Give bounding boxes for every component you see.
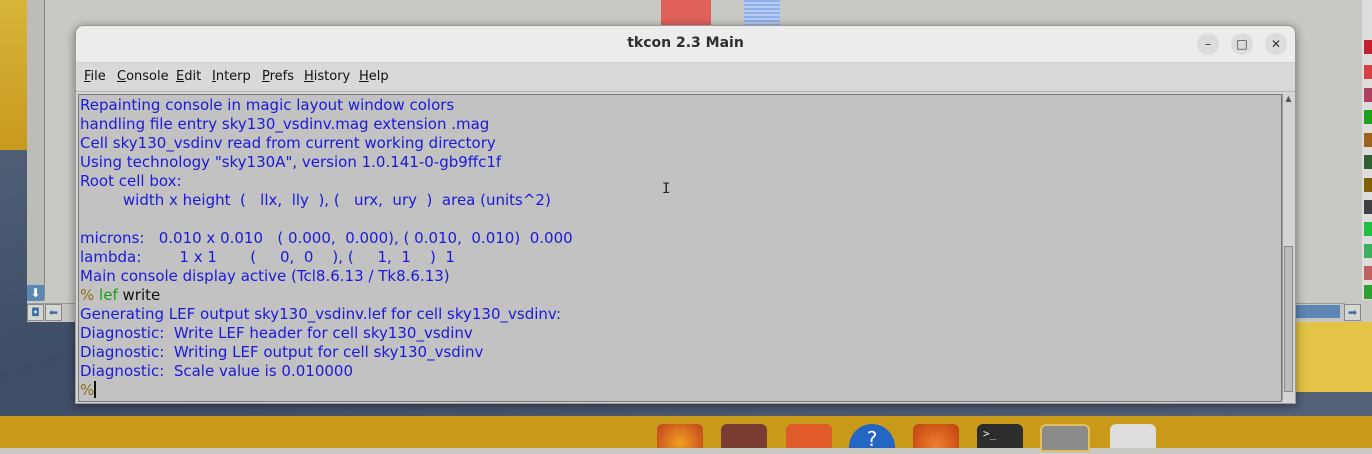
menu-file[interactable]: File	[84, 69, 106, 84]
console-text-area[interactable]: Repainting console in magic layout windo…	[78, 94, 1282, 402]
console-line: Cell sky130_vsdinv read from current wor…	[80, 134, 496, 152]
palette-swatch[interactable]	[1364, 266, 1372, 280]
menu-help-label: elp	[368, 69, 389, 84]
console-output-line: Diagnostic: Scale value is 0.010000	[80, 362, 354, 380]
magic-home-button[interactable]: ◘	[27, 304, 44, 321]
palette-swatch[interactable]	[1364, 244, 1372, 258]
console-line: microns: 0.010 x 0.010 ( 0.000, 0.000), …	[80, 229, 573, 247]
console-output-line: Generating LEF output sky130_vsdinv.lef …	[80, 305, 561, 323]
palette-swatch[interactable]	[1364, 88, 1372, 102]
palette-swatch[interactable]	[1364, 110, 1372, 124]
console-vertical-scrollbar[interactable]: ▲	[1282, 94, 1294, 400]
magic-horizontal-scroll-thumb[interactable]	[1292, 305, 1340, 318]
software-store-icon[interactable]	[786, 424, 832, 448]
menu-help-accel: H	[359, 69, 369, 84]
menu-file-label: ile	[90, 69, 106, 84]
palette-swatch[interactable]	[1364, 200, 1372, 214]
close-button[interactable]: ✕	[1265, 33, 1287, 55]
menu-interp-label: nterp	[215, 69, 251, 84]
magic-scroll-right-button[interactable]: ➡	[1344, 304, 1361, 321]
desktop-wallpaper-accent	[1294, 322, 1372, 392]
menu-history[interactable]: History	[304, 69, 350, 84]
menubar: File Console Edit Interp Prefs History H…	[76, 63, 1295, 92]
minimize-button[interactable]: –	[1197, 33, 1219, 55]
console-line: lambda: 1 x 1 ( 0, 0 ), ( 1, 1 ) 1	[80, 248, 455, 266]
desktop-wallpaper-accent	[0, 0, 30, 150]
console-line: handling file entry sky130_vsdinv.mag ex…	[80, 115, 490, 133]
palette-swatch[interactable]	[1364, 65, 1372, 79]
console-output-line: Diagnostic: Write LEF header for cell sk…	[80, 324, 473, 342]
menu-help[interactable]: Help	[359, 69, 389, 84]
palette-swatch[interactable]	[1364, 155, 1372, 169]
palette-swatch[interactable]	[1364, 40, 1372, 54]
menu-edit-accel: E	[176, 69, 185, 84]
console-line: Root cell box:	[80, 172, 182, 190]
menu-history-accel: H	[304, 69, 314, 84]
console-scroll-thumb[interactable]	[1284, 246, 1293, 392]
menu-prefs-accel: P	[262, 69, 270, 84]
menu-console[interactable]: Console	[117, 69, 169, 84]
trash-icon[interactable]	[1110, 424, 1156, 448]
window-title: tkcon 2.3 Main	[627, 35, 744, 51]
console-output-line: Diagnostic: Writing LEF output for cell …	[80, 343, 484, 361]
magic-scroll-left-button[interactable]: ⬅	[45, 304, 62, 321]
palette-swatch[interactable]	[1364, 133, 1372, 147]
menu-interp[interactable]: Interp	[212, 69, 251, 84]
scroll-up-arrow-icon[interactable]: ▲	[1283, 94, 1294, 104]
menu-console-label: onsole	[126, 69, 169, 84]
console-line: width x height ( llx, lly ), ( urx, ury …	[80, 191, 551, 209]
settings-app-icon[interactable]	[913, 424, 959, 448]
tkcon-window: tkcon 2.3 Main – □ ✕ File Console Edit I…	[75, 25, 1296, 404]
palette-swatch[interactable]	[1364, 178, 1372, 192]
menu-edit-label: dit	[184, 69, 202, 84]
prompt: %	[80, 286, 95, 304]
window-titlebar[interactable]: tkcon 2.3 Main – □ ✕	[76, 26, 1295, 63]
command-keyword: lef	[99, 286, 118, 304]
magic-layer-red-swatch	[661, 0, 711, 26]
command-argument: write	[122, 286, 161, 304]
firefox-icon[interactable]	[657, 424, 703, 448]
maximize-button[interactable]: □	[1231, 33, 1253, 55]
console-line: Repainting console in magic layout windo…	[80, 96, 455, 114]
text-cursor	[94, 381, 97, 398]
command-line: % lef write	[80, 286, 160, 305]
palette-swatch[interactable]	[1364, 222, 1372, 236]
menu-prefs-label: refs	[269, 69, 295, 84]
magic-layer-blue-swatch	[744, 0, 780, 26]
menu-prefs[interactable]: Prefs	[262, 69, 294, 84]
magic-vertical-scrollbar[interactable]	[27, 0, 45, 300]
console-line: Using technology "sky130A", version 1.0.…	[80, 153, 502, 171]
palette-swatch[interactable]	[1364, 285, 1372, 299]
menu-history-label: istory	[313, 69, 351, 84]
prompt: %	[80, 381, 95, 399]
mouse-ibeam-cursor-icon: I	[662, 181, 671, 197]
magic-scroll-down-button[interactable]: ⬇	[27, 285, 44, 301]
console-line: Main console display active (Tcl8.6.13 /…	[80, 267, 450, 285]
files-icon[interactable]	[721, 424, 767, 448]
input-line[interactable]: %	[80, 381, 97, 400]
terminal-icon[interactable]: >_	[977, 424, 1023, 448]
menu-edit[interactable]: Edit	[176, 69, 201, 84]
menu-console-accel: C	[117, 69, 127, 84]
